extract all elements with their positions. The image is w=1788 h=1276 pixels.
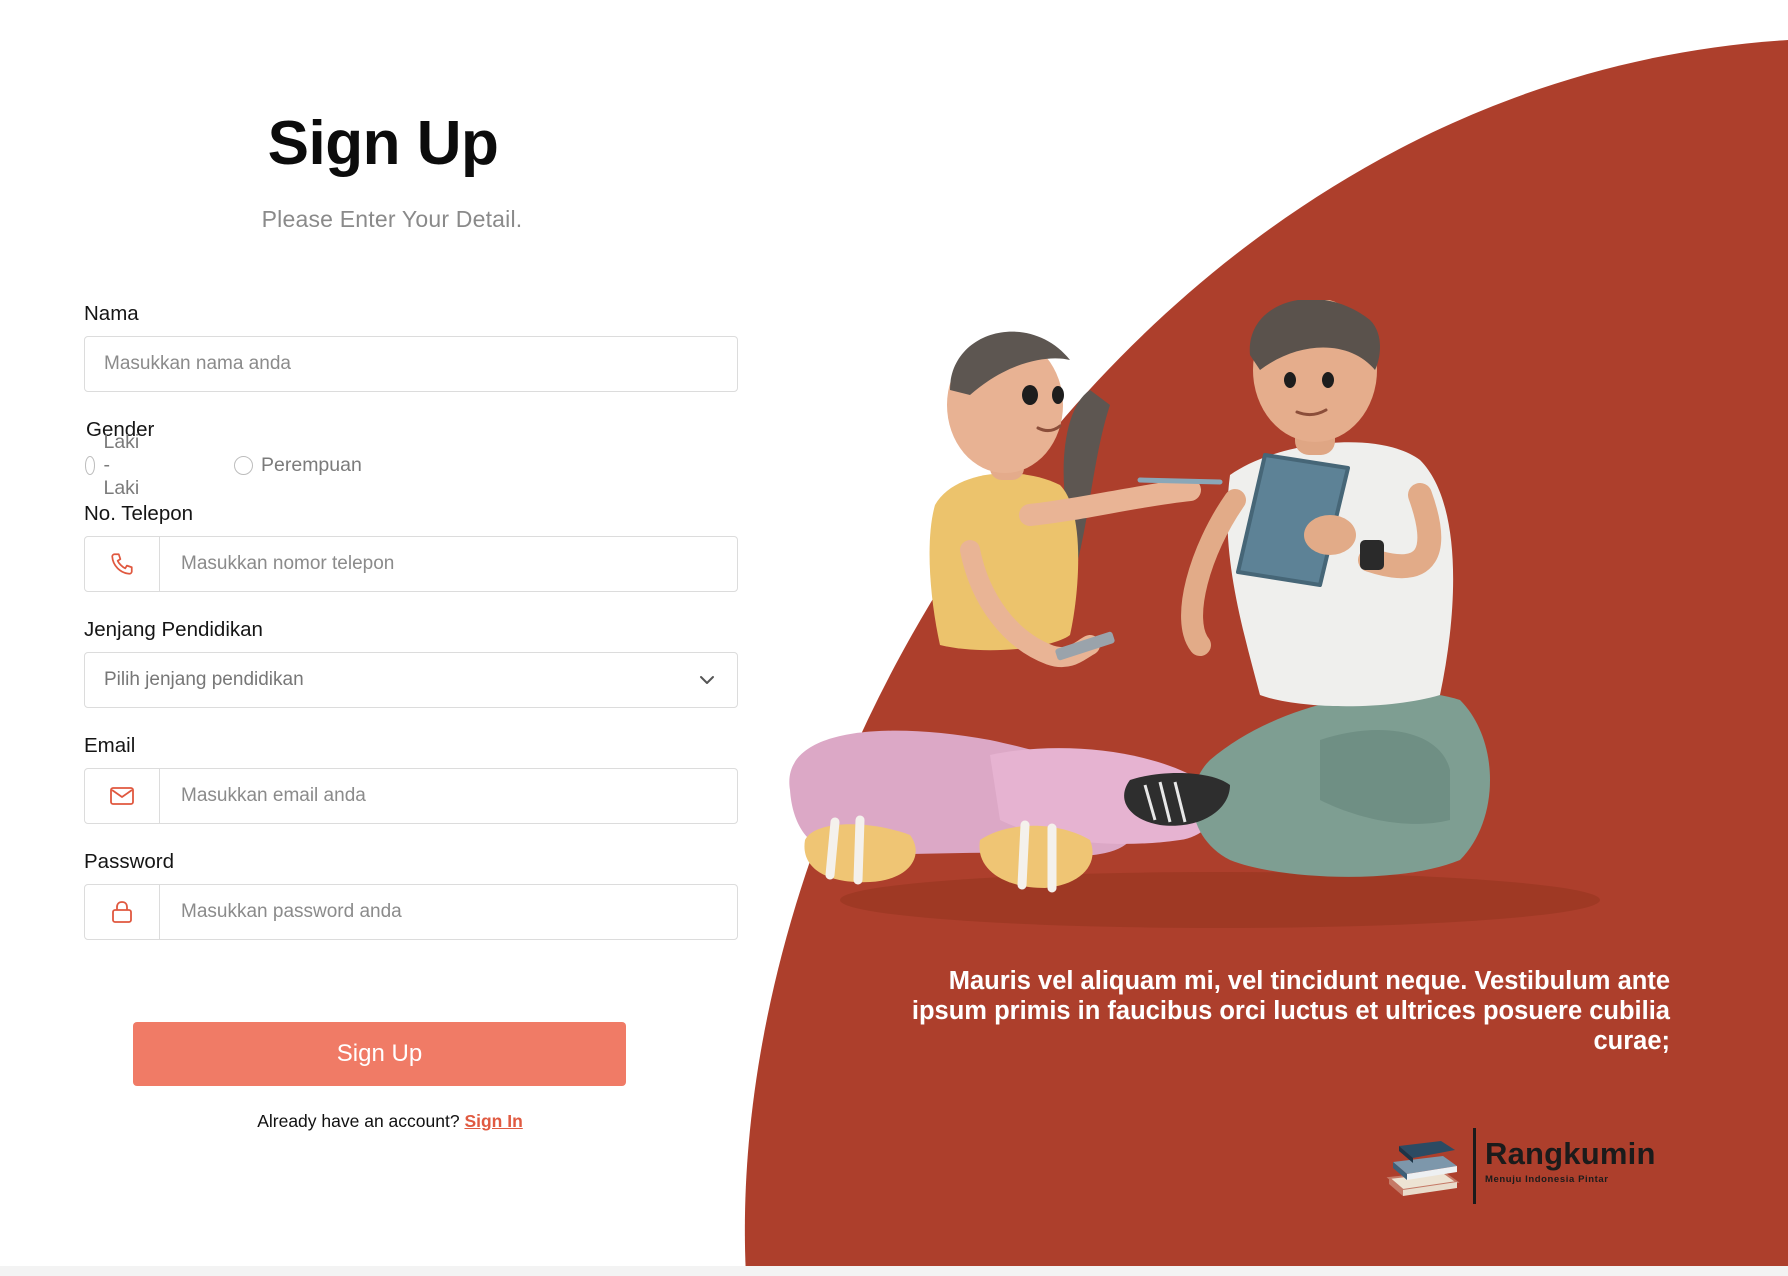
password-input[interactable] [85,885,737,939]
signin-prompt: Already have an account? [257,1111,460,1131]
gender-option-label: Laki - Laki [103,430,140,499]
brand-logo: Rangkumin Menuju Indonesia Pintar [1385,1126,1675,1206]
signin-row: Already have an account? Sign In [180,1111,600,1132]
brand-divider [1473,1128,1476,1204]
gender-option-laki-laki[interactable]: Laki - Laki [85,431,148,499]
gender-option-label: Perempuan [261,453,362,476]
signin-link[interactable]: Sign In [464,1111,522,1131]
password-label: Password [84,850,175,873]
phone-input[interactable] [85,537,737,591]
page-title: Sign Up [267,109,499,178]
email-label: Email [84,734,136,757]
bottom-strip [0,1266,1788,1276]
chevron-down-icon[interactable] [697,670,717,690]
books-icon [1386,1141,1460,1196]
name-field[interactable] [84,336,738,392]
signup-page: Mauris vel aliquam mi, vel tincidunt neq… [0,0,1788,1276]
education-select-value: Pilih jenjang pendidikan [104,669,304,690]
brand-name: Rangkumin [1485,1136,1656,1171]
radio-circle[interactable] [85,455,96,475]
hero-quote: Mauris vel aliquam mi, vel tincidunt neq… [911,967,1670,1055]
phone-field[interactable] [84,536,738,592]
education-label: Jenjang Pendidikan [84,618,263,641]
radio-circle[interactable] [234,455,253,475]
email-input[interactable] [85,769,737,823]
brand-tagline: Menuju Indonesia Pintar [1485,1174,1609,1185]
education-select[interactable]: Pilih jenjang pendidikan [84,652,738,708]
name-input[interactable] [85,337,737,391]
signup-button[interactable]: Sign Up [133,1022,626,1086]
gender-option-perempuan[interactable]: Perempuan [234,452,362,478]
password-field[interactable] [84,884,738,940]
page-subtitle: Please Enter Your Detail. [261,206,523,232]
students-illustration [789,300,1600,928]
email-field[interactable] [84,768,738,824]
name-label: Nama [84,302,139,325]
phone-label: No. Telepon [84,502,194,525]
